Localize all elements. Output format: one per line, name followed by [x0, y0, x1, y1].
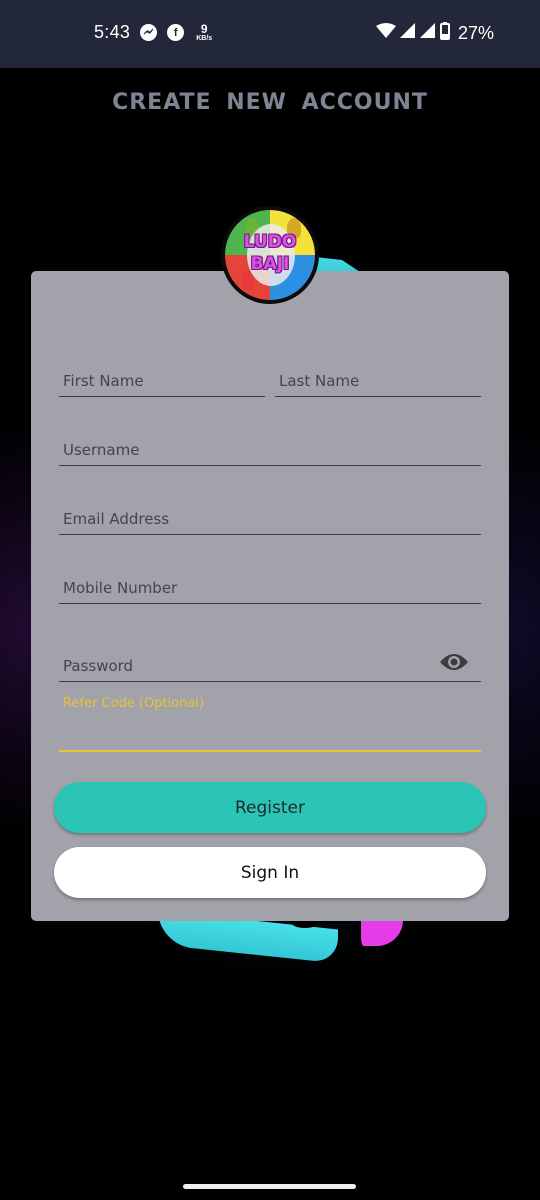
first-name-field — [59, 357, 265, 397]
refer-code-label: Refer Code (Optional) — [63, 696, 205, 711]
last-name-input[interactable] — [279, 372, 477, 390]
status-time: 5:43 — [94, 22, 131, 42]
username-input[interactable] — [63, 441, 477, 459]
username-field — [59, 426, 481, 466]
battery-percent: 27% — [457, 22, 494, 43]
home-indicator[interactable] — [183, 1184, 356, 1189]
status-bar: 5:43 f 9 KB/s 27% — [0, 0, 540, 68]
last-name-field — [275, 357, 481, 397]
facebook-icon: f — [167, 24, 185, 41]
messenger-icon — [140, 24, 158, 41]
refer-code-field — [59, 712, 481, 752]
register-button[interactable]: Register — [54, 782, 486, 833]
refer-code-input[interactable] — [63, 726, 477, 744]
wifi-icon — [375, 23, 396, 43]
dice-graphic-bottom — [150, 910, 403, 964]
signal-icon — [399, 23, 416, 43]
app-logo: LUDO BAJI — [221, 206, 319, 304]
first-name-input[interactable] — [63, 372, 261, 390]
battery-icon — [439, 22, 450, 44]
email-input[interactable] — [63, 510, 477, 528]
mobile-field — [59, 564, 481, 604]
password-input[interactable] — [63, 657, 423, 675]
network-speed: 9 KB/s — [196, 22, 213, 42]
password-field — [59, 642, 481, 682]
eye-icon[interactable] — [439, 651, 469, 673]
sign-in-button[interactable]: Sign In — [54, 847, 486, 898]
logo-text-line2: BAJI — [250, 254, 290, 274]
page-title: CREATE NEW ACCOUNT — [112, 90, 428, 115]
mobile-input[interactable] — [63, 579, 477, 597]
email-field — [59, 495, 481, 535]
logo-text-line1: LUDO — [243, 232, 297, 252]
signal-icon — [419, 23, 436, 43]
